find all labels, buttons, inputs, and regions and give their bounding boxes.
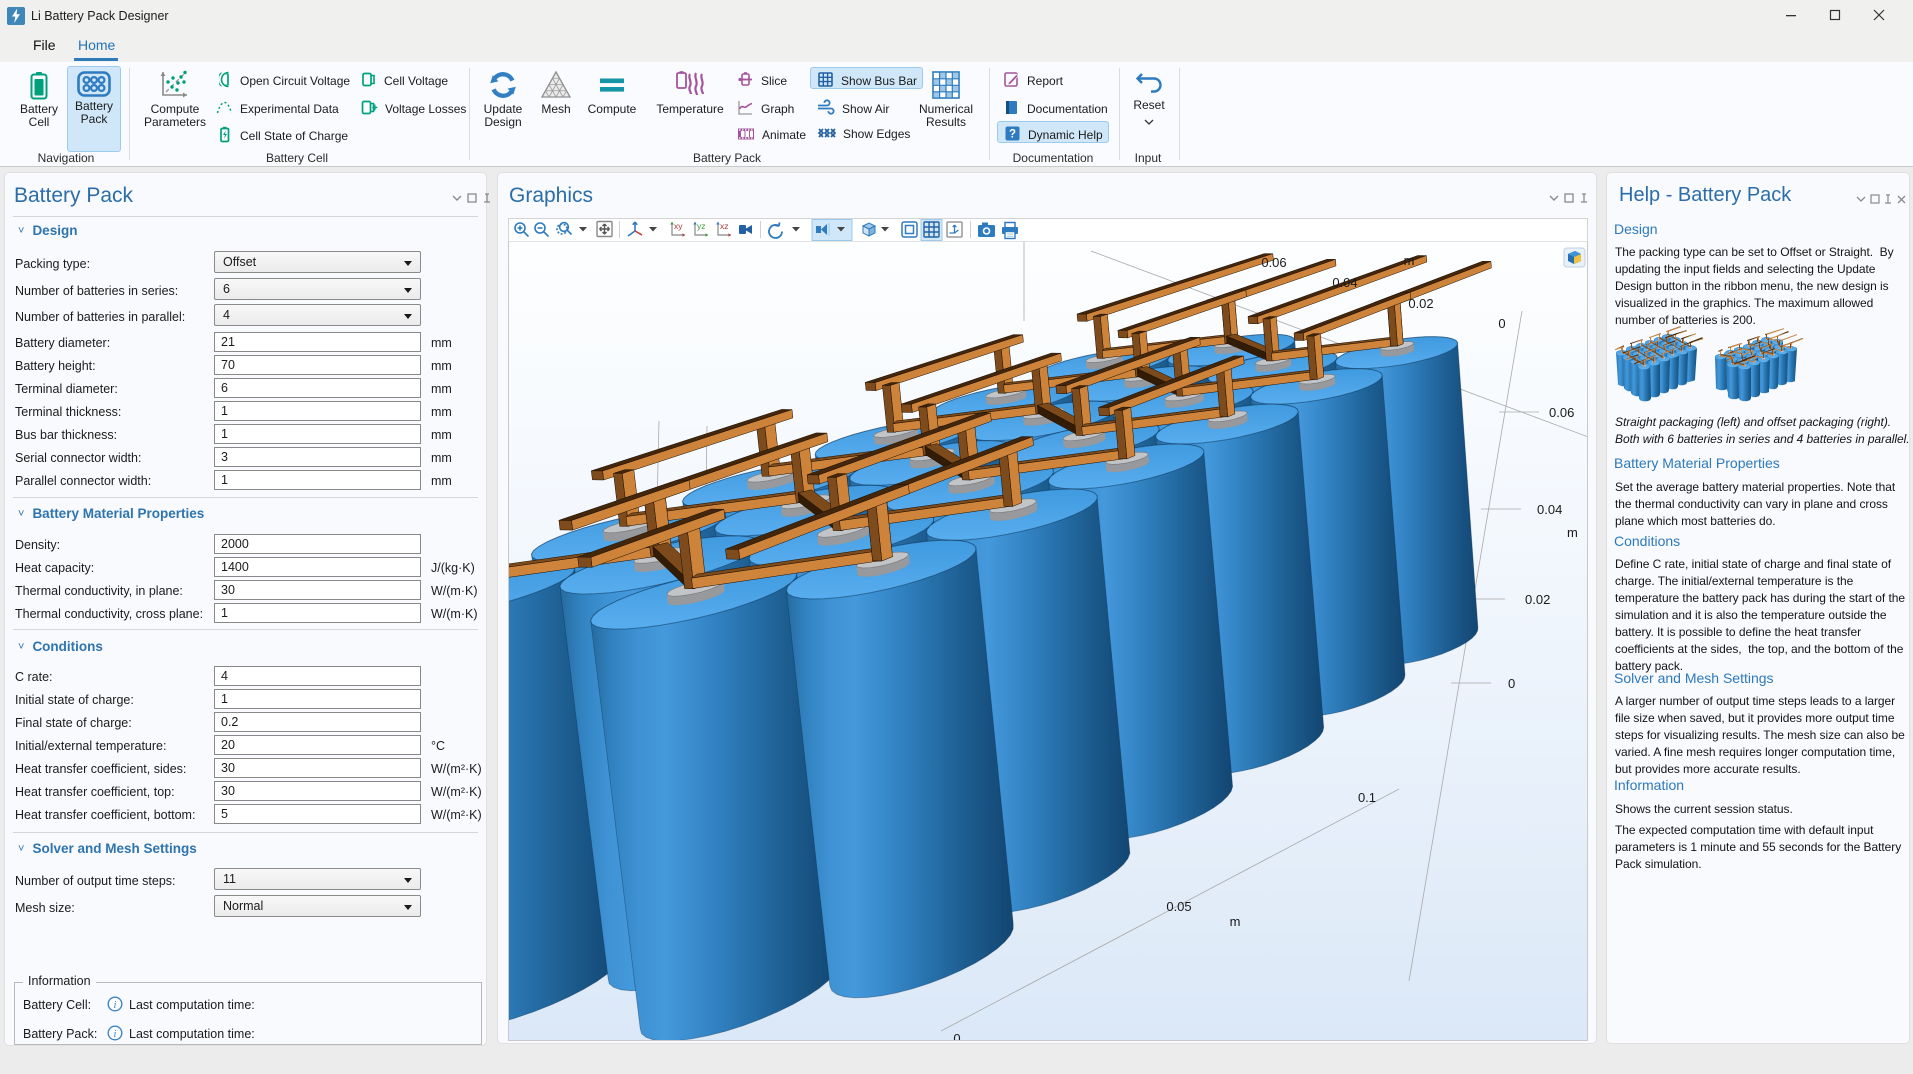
svg-text:xy: xy [674,221,683,231]
svg-text:0.04: 0.04 [1332,275,1357,290]
svg-text:m: m [1230,914,1241,929]
svg-text:0.02: 0.02 [1408,296,1433,311]
svg-text:yz: yz [697,221,706,231]
svg-text:i: i [114,1000,117,1011]
svg-text:0: 0 [953,1031,960,1040]
svg-text:m: m [1404,253,1415,268]
svg-text:xz: xz [720,221,729,231]
svg-text:0: 0 [1508,676,1515,691]
svg-text:m: m [1567,525,1578,540]
svg-text:i: i [114,1029,117,1040]
svg-text:0.06: 0.06 [1261,255,1286,270]
svg-text:?: ? [1009,129,1016,141]
svg-text:0.05: 0.05 [1166,899,1191,914]
svg-text:0: 0 [1498,316,1505,331]
svg-text:0.04: 0.04 [1537,502,1562,517]
svg-text:0.02: 0.02 [1525,592,1550,607]
svg-text:0.06: 0.06 [1549,405,1574,420]
svg-text:0.1: 0.1 [1358,790,1376,805]
